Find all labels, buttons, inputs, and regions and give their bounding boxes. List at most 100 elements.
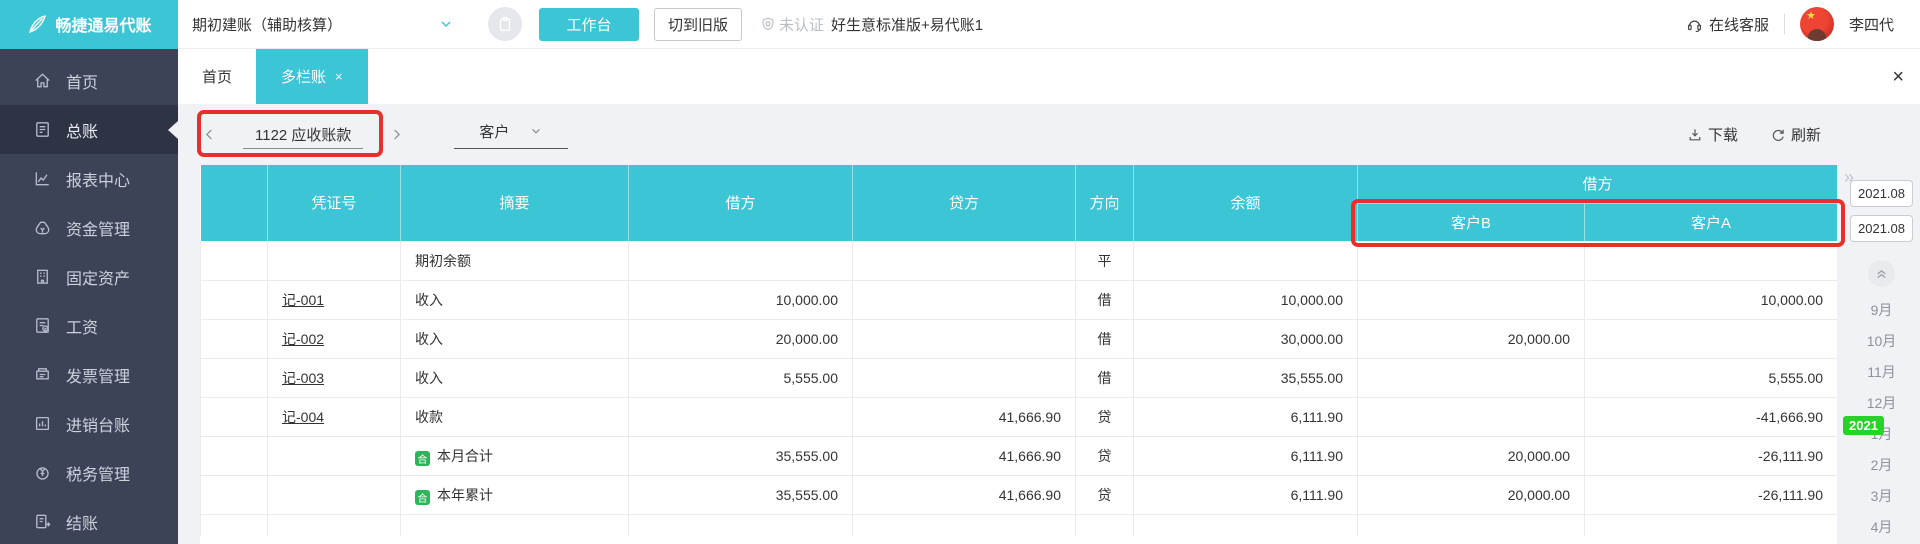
- cell-balance: 6,111.90: [1134, 397, 1358, 436]
- cell-customer-a: -26,111.90: [1585, 475, 1838, 514]
- cell-credit: [853, 280, 1076, 319]
- cell-balance: 6,111.90: [1134, 436, 1358, 475]
- switch-old-version-button[interactable]: 切到旧版: [654, 8, 742, 41]
- period-box-start[interactable]: 2021.08: [1850, 180, 1913, 207]
- cell-direction: 借: [1076, 358, 1134, 397]
- col-header-balance[interactable]: 余额: [1134, 165, 1358, 241]
- assets-icon: [33, 267, 52, 286]
- sidebar-item-funds[interactable]: 资金管理: [0, 203, 178, 252]
- col-header-debit[interactable]: 借方: [629, 165, 853, 241]
- tab-home[interactable]: 首页: [178, 49, 256, 104]
- col-header-direction[interactable]: 方向: [1076, 165, 1134, 241]
- sidebar-item-closing[interactable]: 结账: [0, 497, 178, 544]
- voucher-link[interactable]: 记-003: [282, 370, 324, 386]
- col-header-credit[interactable]: 贷方: [853, 165, 1076, 241]
- voucher-link[interactable]: 记-002: [282, 331, 324, 347]
- scroll-up-button[interactable]: [1868, 260, 1895, 287]
- month-item[interactable]: 9月: [1843, 294, 1920, 325]
- sidebar-item-trade[interactable]: 进销台账: [0, 399, 178, 448]
- cell-debit: 35,555.00: [629, 436, 853, 475]
- sub-header-customer-b[interactable]: 客户B: [1358, 203, 1585, 241]
- top-bar: 畅捷通易代账 期初建账（辅助核算） 工作台 切到旧版 未认证 好生意标准版+易代…: [0, 0, 1920, 49]
- sidebar-item-label: 总账: [66, 118, 98, 142]
- sidebar-item-label: 资金管理: [66, 216, 130, 240]
- col-header-voucher[interactable]: 凭证号: [268, 165, 401, 241]
- sidebar-item-ledger[interactable]: 总账: [0, 105, 178, 154]
- cell-voucher: 记-002: [268, 319, 401, 358]
- sub-header-customer-a[interactable]: 客户A: [1585, 203, 1838, 241]
- account-set-label: 期初建账（辅助核算）: [192, 14, 342, 35]
- headset-icon: [1686, 16, 1703, 33]
- cell-credit: 41,666.90: [853, 397, 1076, 436]
- table-row: 期初余额平: [201, 241, 1838, 280]
- ledger-table: 凭证号 摘要 借方 贷方 方向 余额 借方 客户B 客户A 期初余额平记-001…: [200, 165, 1837, 544]
- account-selector[interactable]: 1122 应收账款: [243, 124, 363, 145]
- month-item[interactable]: 10月: [1843, 325, 1920, 356]
- cell-customer-a: 5,555.00: [1585, 358, 1838, 397]
- table-row: 记-004收款41,666.90贷6,111.90-41,666.90: [201, 397, 1838, 436]
- download-button[interactable]: 下载: [1687, 124, 1738, 145]
- period-box-end[interactable]: 2021.08: [1850, 215, 1913, 242]
- voucher-link[interactable]: 记-001: [282, 292, 324, 308]
- sidebar-item-label: 税务管理: [66, 461, 130, 485]
- group-header-debit[interactable]: 借方: [1358, 165, 1838, 203]
- month-item[interactable]: 3月: [1843, 480, 1920, 511]
- avatar[interactable]: ★: [1800, 7, 1834, 41]
- workbench-button[interactable]: 工作台: [539, 8, 639, 41]
- refresh-button[interactable]: 刷新: [1770, 124, 1821, 145]
- closing-icon: [33, 512, 52, 531]
- prev-account-button[interactable]: [202, 127, 217, 142]
- close-icon[interactable]: ×: [1892, 67, 1904, 87]
- cell-debit: [629, 397, 853, 436]
- cell-balance: 35,555.00: [1134, 358, 1358, 397]
- cell-voucher: [268, 241, 401, 280]
- col-header-summary[interactable]: 摘要: [401, 165, 629, 241]
- voucher-link[interactable]: 记-004: [282, 409, 324, 425]
- month-item[interactable]: 2月: [1843, 449, 1920, 480]
- account-set-dropdown[interactable]: 期初建账（辅助核算）: [192, 14, 454, 35]
- brand-title: 畅捷通易代账: [55, 12, 151, 36]
- dimension-dropdown[interactable]: 客户: [454, 121, 568, 149]
- cell-row-handle: [201, 319, 268, 358]
- cell-row-handle: [201, 280, 268, 319]
- cell-row-handle: [201, 397, 268, 436]
- online-service-button[interactable]: 在线客服: [1686, 14, 1769, 35]
- sidebar-item-salary[interactable]: 工资: [0, 301, 178, 350]
- sidebar-item-tax[interactable]: 税务管理: [0, 448, 178, 497]
- refresh-label: 刷新: [1791, 124, 1821, 145]
- tab-close-icon[interactable]: ×: [335, 69, 343, 84]
- cell-voucher: [268, 436, 401, 475]
- cell-balance: 30,000.00: [1134, 319, 1358, 358]
- cell-customer-a: -26,111.90: [1585, 436, 1838, 475]
- clipboard-button[interactable]: [488, 7, 522, 41]
- cell-credit: [853, 358, 1076, 397]
- cell-balance: 6,111.90: [1134, 475, 1358, 514]
- username[interactable]: 李四代: [1849, 14, 1894, 35]
- cell-customer-b: [1358, 358, 1585, 397]
- sidebar-item-home[interactable]: 首页: [0, 56, 178, 105]
- cell-debit: [629, 241, 853, 280]
- sidebar-item-invoice[interactable]: 发票管理: [0, 350, 178, 399]
- download-label: 下载: [1708, 124, 1738, 145]
- cell-debit: 35,555.00: [629, 475, 853, 514]
- cell-direction: 借: [1076, 280, 1134, 319]
- month-item[interactable]: 12月: [1843, 387, 1920, 418]
- month-item[interactable]: 11月: [1843, 356, 1920, 387]
- tab-multicolumn-ledger[interactable]: 多栏账 ×: [256, 49, 368, 104]
- sidebar-item-label: 固定资产: [66, 265, 130, 289]
- cell-debit: 10,000.00: [629, 280, 853, 319]
- cell-customer-b: 20,000.00: [1358, 436, 1585, 475]
- tax-icon: [33, 463, 52, 482]
- sidebar-item-assets[interactable]: 固定资产: [0, 252, 178, 301]
- cell-direction: 借: [1076, 319, 1134, 358]
- sidebar-collapse-arrow-icon[interactable]: [168, 121, 178, 139]
- cell-empty: [853, 514, 1076, 536]
- sidebar-item-label: 进销台账: [66, 412, 130, 436]
- month-item[interactable]: 4月: [1843, 511, 1920, 542]
- next-account-button[interactable]: [389, 127, 404, 142]
- trade-icon: [33, 414, 52, 433]
- sidebar-item-reports[interactable]: 报表中心: [0, 154, 178, 203]
- cell-credit: 41,666.90: [853, 436, 1076, 475]
- cell-customer-b: [1358, 280, 1585, 319]
- double-chevron-up-icon: [1874, 266, 1889, 281]
